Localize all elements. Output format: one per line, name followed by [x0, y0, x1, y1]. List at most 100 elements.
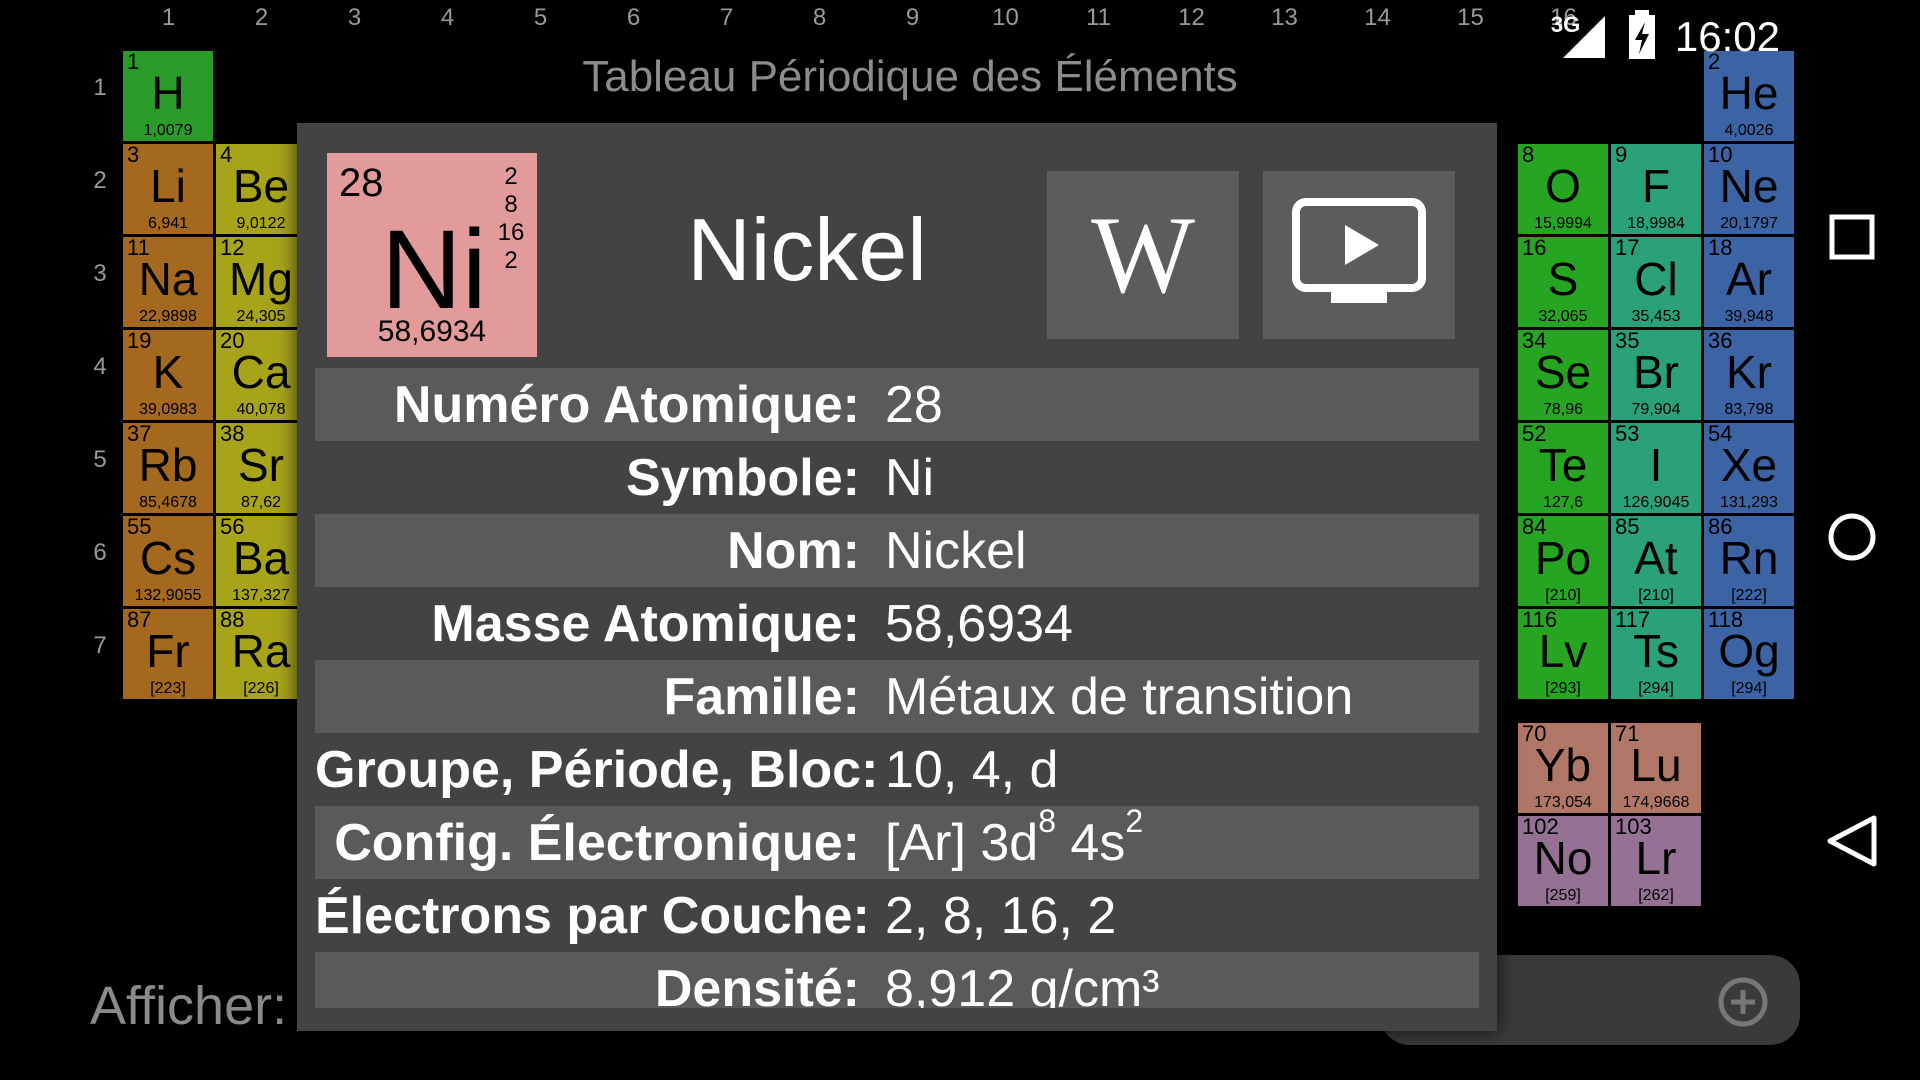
column-number: 1	[161, 4, 176, 31]
element-symbol: S	[1547, 253, 1579, 305]
element-symbol: Lr	[1635, 832, 1677, 884]
element-tile-no[interactable]: 102 No [259]	[1517, 815, 1609, 907]
element-symbol: At	[1634, 532, 1678, 584]
element-tile-xe[interactable]: 54 Xe 131,293	[1703, 422, 1795, 514]
element-tile-ba[interactable]: 56 Ba 137,327	[215, 515, 307, 607]
element-tile-o[interactable]: 8 O 15,9994	[1517, 143, 1609, 235]
element-tile-ts[interactable]: 117 Ts [294]	[1610, 608, 1702, 700]
element-tile-lr[interactable]: 103 Lr [262]	[1610, 815, 1702, 907]
column-number: 13	[1271, 4, 1298, 31]
element-symbol: I	[1649, 439, 1663, 491]
property-value: 8,912 g/cm³	[885, 959, 1160, 1009]
battery-icon	[1627, 9, 1657, 65]
element-symbol: Li	[150, 160, 186, 212]
atomic-mass: 20,1797	[1720, 215, 1778, 232]
element-tile-li[interactable]: 3 Li 6,941	[122, 143, 214, 235]
element-symbol: He	[1719, 67, 1779, 119]
element-tile-sr[interactable]: 38 Sr 87,62	[215, 422, 307, 514]
element-tile-cl[interactable]: 17 Cl 35,453	[1610, 236, 1702, 328]
atomic-mass: 174,9668	[1622, 794, 1690, 811]
property-label: Symbole:	[625, 448, 860, 507]
element-tile-f[interactable]: 9 F 18,9984	[1610, 143, 1702, 235]
element-symbol: Og	[1718, 625, 1780, 677]
config-part: [Ar] 3d	[885, 813, 1039, 872]
clock: 16:02	[1674, 13, 1780, 60]
atomic-mass: [294]	[1731, 680, 1767, 697]
element-symbol: Br	[1633, 346, 1679, 398]
element-tile-be[interactable]: 4 Be 9,0122	[215, 143, 307, 235]
element-tile-rb[interactable]: 37 Rb 85,4678	[122, 422, 214, 514]
element-symbol: Ca	[231, 346, 291, 398]
element-tile-lv[interactable]: 116 Lv [293]	[1517, 608, 1609, 700]
atomic-mass: 18,9984	[1627, 215, 1685, 232]
property-label: Famille:	[663, 667, 861, 726]
element-tile-og[interactable]: 118 Og [294]	[1703, 608, 1795, 700]
element-symbol: Te	[1538, 439, 1588, 491]
property-row: Nom: Nickel	[315, 514, 1479, 587]
atomic-mass: [293]	[1545, 680, 1581, 697]
element-tile-rn[interactable]: 86 Rn [222]	[1703, 515, 1795, 607]
property-value: Nickel	[885, 521, 1027, 580]
column-number: 7	[719, 4, 734, 31]
display-mode-label: Afficher:	[90, 976, 288, 1036]
element-tile-ar[interactable]: 18 Ar 39,948	[1703, 236, 1795, 328]
atomic-mass: [226]	[243, 680, 279, 697]
column-number: 6	[626, 4, 641, 31]
back-button[interactable]	[1815, 806, 1889, 880]
atomic-mass: 6,941	[147, 215, 189, 232]
property-label: Densité:	[654, 959, 860, 1009]
atomic-mass: 85,4678	[139, 494, 197, 511]
element-symbol: Rn	[1719, 532, 1779, 584]
row-number: 3	[93, 260, 107, 287]
element-tile-lu[interactable]: 71 Lu 174,9668	[1610, 722, 1702, 814]
element-properties-list[interactable]: Numéro Atomique: 28 Symbole: Ni Nom: Nic…	[315, 368, 1479, 1008]
element-symbol: Rb	[138, 439, 198, 491]
shell-count: 16	[497, 219, 525, 246]
row-number: 1	[93, 74, 107, 101]
element-tile-fr[interactable]: 87 Fr [223]	[122, 608, 214, 700]
element-tile-cs[interactable]: 55 Cs 132,9055	[122, 515, 214, 607]
selected-element-tile: 28 Ni 2 8 16 2 58,6934	[327, 153, 537, 357]
element-tile-mg[interactable]: 12 Mg 24,305	[215, 236, 307, 328]
element-tile-s[interactable]: 16 S 32,065	[1517, 236, 1609, 328]
atomic-mass: 137,327	[232, 587, 290, 604]
element-tile-i[interactable]: 53 I 126,9045	[1610, 422, 1702, 514]
atomic-mass: [222]	[1731, 587, 1767, 604]
square-icon	[1827, 212, 1877, 267]
triangle-icon	[1824, 813, 1880, 874]
column-number: 2	[254, 4, 269, 31]
element-tile-te[interactable]: 52 Te 127,6	[1517, 422, 1609, 514]
property-row: Groupe, Période, Bloc: 10, 4, d	[315, 733, 1479, 806]
home-button[interactable]	[1815, 502, 1889, 576]
atomic-mass: [223]	[150, 680, 186, 697]
row-number: 6	[93, 539, 107, 566]
atomic-mass: 78,96	[1542, 401, 1584, 418]
element-tile-se[interactable]: 34 Se 78,96	[1517, 329, 1609, 421]
property-value: Ni	[885, 448, 935, 507]
wikipedia-button[interactable]: W	[1047, 171, 1239, 339]
element-symbol: Ts	[1633, 625, 1679, 677]
element-tile-na[interactable]: 11 Na 22,9898	[122, 236, 214, 328]
property-value: [Ar] 3d8 4s2	[885, 805, 1143, 873]
video-button[interactable]	[1263, 171, 1455, 339]
element-symbol: Sr	[238, 439, 284, 491]
element-symbol: O	[1545, 160, 1581, 212]
element-symbol: Be	[232, 160, 290, 212]
recent-apps-button[interactable]	[1815, 202, 1889, 276]
element-tile-yb[interactable]: 70 Yb 173,054	[1517, 722, 1609, 814]
zoom-in-icon[interactable]	[1716, 975, 1770, 1034]
element-tile-at[interactable]: 85 At [210]	[1610, 515, 1702, 607]
signal-icon: 3G	[1551, 12, 1609, 62]
element-tile-k[interactable]: 19 K 39,0983	[122, 329, 214, 421]
element-tile-kr[interactable]: 36 Kr 83,798	[1703, 329, 1795, 421]
element-tile-po[interactable]: 84 Po [210]	[1517, 515, 1609, 607]
status-bar: 3G 16:02	[1551, 0, 1780, 74]
atomic-mass: 4,0026	[1724, 122, 1774, 139]
element-tile-ca[interactable]: 20 Ca 40,078	[215, 329, 307, 421]
atomic-mass: 39,948	[1724, 308, 1774, 325]
atomic-mass: 132,9055	[134, 587, 202, 604]
element-tile-ne[interactable]: 10 Ne 20,1797	[1703, 143, 1795, 235]
element-tile-h[interactable]: 1 H 1,0079	[122, 50, 214, 142]
element-tile-br[interactable]: 35 Br 79,904	[1610, 329, 1702, 421]
element-tile-ra[interactable]: 88 Ra [226]	[215, 608, 307, 700]
